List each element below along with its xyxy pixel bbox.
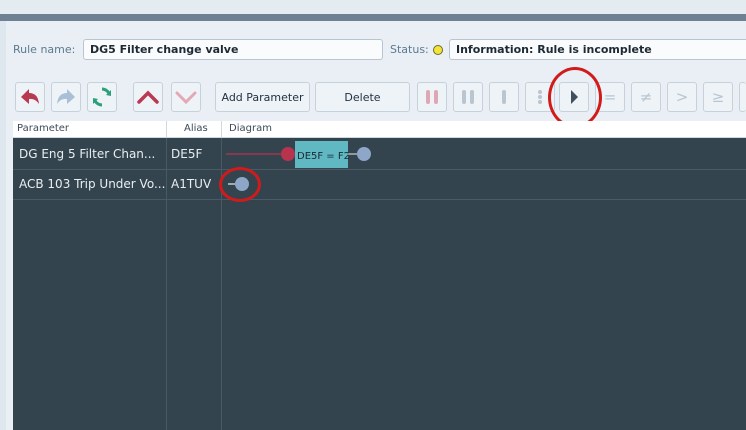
chevron-down-icon <box>175 91 197 105</box>
row-1-alias[interactable]: DE5F <box>171 147 202 161</box>
header-divider <box>166 121 167 138</box>
refresh-icon <box>93 87 111 107</box>
diagram-canvas[interactable]: DE5F = F2 <box>222 138 746 208</box>
header-divider <box>221 121 222 138</box>
row-2-parameter[interactable]: ACB 103 Trip Under Vo... <box>19 177 165 191</box>
double-bar-red-icon <box>426 90 438 104</box>
play-connector-button[interactable] <box>559 82 589 112</box>
column-divider <box>166 138 167 430</box>
rule-name-label: Rule name: <box>13 43 76 56</box>
status-field: Information: Rule is incomplete <box>449 39 746 60</box>
move-down-button[interactable] <box>171 82 201 112</box>
add-parameter-button[interactable]: Add Parameter <box>215 82 310 112</box>
row-2-alias[interactable]: A1TUV <box>171 177 211 191</box>
undo-button[interactable] <box>15 82 45 112</box>
output-port-icon[interactable] <box>357 147 371 161</box>
status-label: Status: <box>390 43 429 56</box>
status-indicator-icon <box>433 45 443 55</box>
row-2-port-icon[interactable] <box>235 177 249 191</box>
toolbar-overflow-button[interactable] <box>739 82 746 112</box>
window-title-bar <box>0 14 746 21</box>
row-1-parameter[interactable]: DG Eng 5 Filter Chan... <box>19 147 155 161</box>
not-equals-button[interactable]: ≠ <box>631 82 661 112</box>
input-port-icon[interactable] <box>281 147 295 161</box>
refresh-button[interactable] <box>87 82 117 112</box>
grid-header: Parameter Alias Diagram <box>13 121 746 138</box>
double-bar-grey-button[interactable] <box>453 82 483 112</box>
rule-name-field[interactable]: DG5 Filter change valve <box>83 39 383 60</box>
move-up-button[interactable] <box>133 82 163 112</box>
undo-arrow-icon <box>21 89 39 104</box>
window-top-band <box>0 0 746 14</box>
single-bar-icon <box>502 90 506 104</box>
triangle-right-icon <box>571 90 578 104</box>
greater-than-button[interactable]: > <box>667 82 697 112</box>
double-bar-red-button[interactable] <box>417 82 447 112</box>
header-parameter: Parameter <box>17 123 70 134</box>
redo-arrow-icon <box>57 89 75 104</box>
condition-node-label: DE5F = F2 <box>297 151 350 162</box>
redo-button[interactable] <box>51 82 81 112</box>
dotted-bar-button[interactable] <box>525 82 555 112</box>
equals-button[interactable]: = <box>595 82 625 112</box>
dotted-bar-icon <box>538 90 542 104</box>
greater-equal-button[interactable]: ≥ <box>703 82 733 112</box>
double-bar-grey-icon <box>462 90 474 104</box>
header-alias: Alias <box>184 123 208 134</box>
delete-button[interactable]: Delete <box>315 82 410 112</box>
chevron-up-icon <box>137 90 159 104</box>
header-diagram: Diagram <box>229 123 272 134</box>
single-bar-button[interactable] <box>489 82 519 112</box>
